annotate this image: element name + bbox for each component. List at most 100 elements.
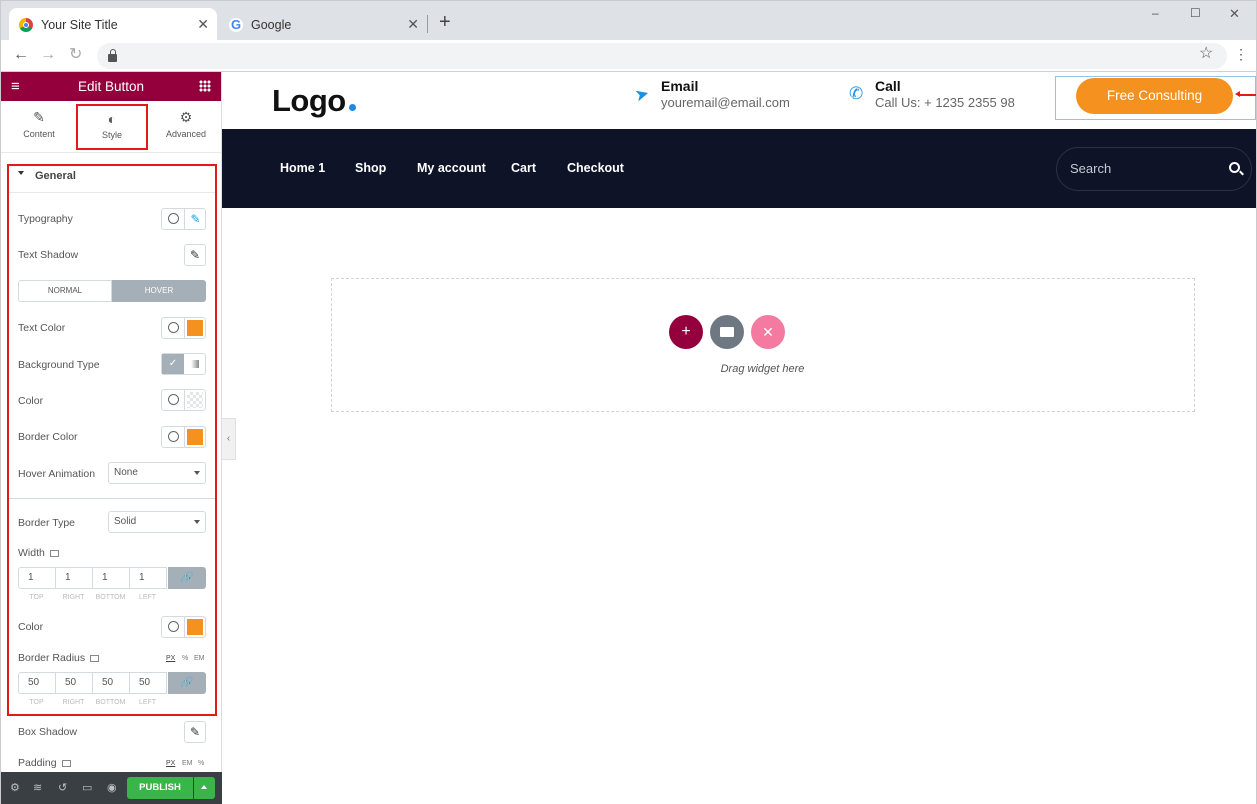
typography-control: ✎ [161,208,206,230]
grid-widgets-icon[interactable] [199,80,211,92]
menu-item-home[interactable]: Home 1 [280,161,325,175]
tab-style[interactable]: ◐ Style [76,104,148,150]
hover-animation-label: Hover Animation [18,468,96,480]
email-label: Email [661,78,699,94]
desktop-icon[interactable] [61,759,71,767]
search-input[interactable]: Search [1056,147,1252,191]
transparent-color-swatch[interactable] [187,392,203,408]
width-right-input[interactable]: 1 [55,567,93,589]
forward-arrow-icon[interactable]: → [40,46,56,64]
tab-your-site-title[interactable]: Your Site Title ✕ [9,8,217,41]
dim-label: LEFT [138,594,157,601]
call-value[interactable]: Call Us: + 1235 2355 98 [875,95,1015,110]
menu-item-cart[interactable]: Cart [511,161,536,175]
tab-label: Style [101,130,122,140]
border-type-select[interactable]: Solid [108,511,206,533]
collapse-panel-button[interactable]: ‹ [222,418,236,460]
edit-box-shadow-icon[interactable]: ✎ [184,721,206,743]
tab-content[interactable]: ✎ Content [3,109,75,139]
background-type-control: ✓ [161,353,206,375]
reload-icon[interactable]: ↻ [69,46,82,64]
classic-brush-icon[interactable]: ✓ [162,354,184,374]
section-title-general[interactable]: General [35,170,76,182]
dim-label: LEFT [138,699,157,706]
back-arrow-icon[interactable]: ← [13,46,29,64]
widget-drop-zone[interactable]: + ✕ Drag widget here [331,278,1195,412]
free-consulting-button[interactable]: Free Consulting [1076,78,1233,114]
close-tab-icon[interactable]: ✕ [197,16,209,33]
site-preview: Logo ➤ Email youremail@email.com ✆ Call … [222,72,1257,804]
globe-icon[interactable] [168,394,179,405]
settings-gear-icon[interactable]: ⚙ [10,781,20,794]
maximize-button[interactable]: ☐ [1190,6,1201,20]
history-icon[interactable]: ↺ [58,781,67,794]
responsive-icon[interactable]: ▭ [82,781,92,794]
unit-em[interactable]: EM [182,760,193,767]
typography-label: Typography [18,213,73,225]
search-icon[interactable] [1229,162,1244,176]
template-folder-icon[interactable] [710,315,744,349]
state-tab-hover[interactable]: HOVER [112,280,206,302]
minimize-button[interactable]: – [1152,6,1159,20]
menu-dots-icon[interactable]: ⋮ [1234,45,1248,63]
new-tab-button[interactable]: + [439,11,451,34]
unit-percent[interactable]: % [198,760,204,767]
radius-bottom-input[interactable]: 50 [92,672,130,694]
link-values-icon[interactable]: 🔗 [168,672,206,694]
width-bottom-input[interactable]: 1 [92,567,130,589]
unit-em[interactable]: EM [194,655,205,662]
tab-google[interactable]: G Google ✕ [219,8,427,41]
menu-item-shop[interactable]: Shop [355,161,386,175]
radius-right-input[interactable]: 50 [55,672,93,694]
site-logo[interactable]: Logo [272,83,356,119]
close-x-icon[interactable]: ✕ [751,315,785,349]
menu-item-checkout[interactable]: Checkout [567,161,624,175]
add-section-icon[interactable]: + [669,315,703,349]
unit-percent[interactable]: % [182,655,188,662]
desktop-icon[interactable] [49,549,59,557]
padding-label: Padding [18,757,71,769]
preview-eye-icon[interactable]: ◉ [107,781,117,794]
publish-button[interactable]: PUBLISH [127,777,193,799]
url-input[interactable] [97,43,1227,69]
text-color-swatch[interactable] [187,320,203,336]
link-values-icon[interactable]: 🔗 [168,567,206,589]
box-shadow-label: Box Shadow [18,726,77,738]
gradient-icon[interactable] [191,360,199,368]
globe-icon[interactable] [168,322,179,333]
edit-typography-icon[interactable]: ✎ [184,209,206,229]
chevron-down-icon [194,520,200,524]
radius-left-input[interactable]: 50 [129,672,167,694]
border-color2-swatch[interactable] [187,619,203,635]
border-type-label: Border Type [18,517,76,529]
edit-text-shadow-icon[interactable]: ✎ [184,244,206,266]
globe-icon[interactable] [168,213,179,224]
lock-icon [108,49,117,62]
width-top-input[interactable]: 1 [18,567,56,589]
border-color2-control [161,616,206,638]
border-color-swatch[interactable] [187,429,203,445]
bookmark-star-icon[interactable]: ☆ [1199,45,1213,63]
publish-options-button[interactable] [194,777,215,799]
radius-top-input[interactable]: 50 [18,672,56,694]
close-window-button[interactable]: ✕ [1229,6,1240,22]
globe-icon[interactable] [168,621,179,632]
dim-label: BOTTOM [95,699,126,706]
email-value[interactable]: youremail@email.com [661,95,790,110]
divider [9,192,215,193]
menu-item-my-account[interactable]: My account [417,161,486,175]
hamburger-menu-icon[interactable]: ≡ [11,78,20,95]
chrome-favicon-icon [19,17,33,32]
unit-px[interactable]: PX [166,655,175,662]
state-tab-normal[interactable]: NORMAL [18,280,112,302]
layers-icon[interactable]: ≋ [33,781,42,794]
caret-down-icon[interactable] [18,171,24,175]
close-tab-icon[interactable]: ✕ [407,16,419,33]
desktop-icon[interactable] [90,654,100,662]
tab-advanced[interactable]: ⚙ Advanced [150,109,222,139]
dim-label: RIGHT [62,699,85,706]
width-left-input[interactable]: 1 [129,567,167,589]
hover-animation-select[interactable]: None [108,462,206,484]
unit-px[interactable]: PX [166,760,175,767]
globe-icon[interactable] [168,431,179,442]
